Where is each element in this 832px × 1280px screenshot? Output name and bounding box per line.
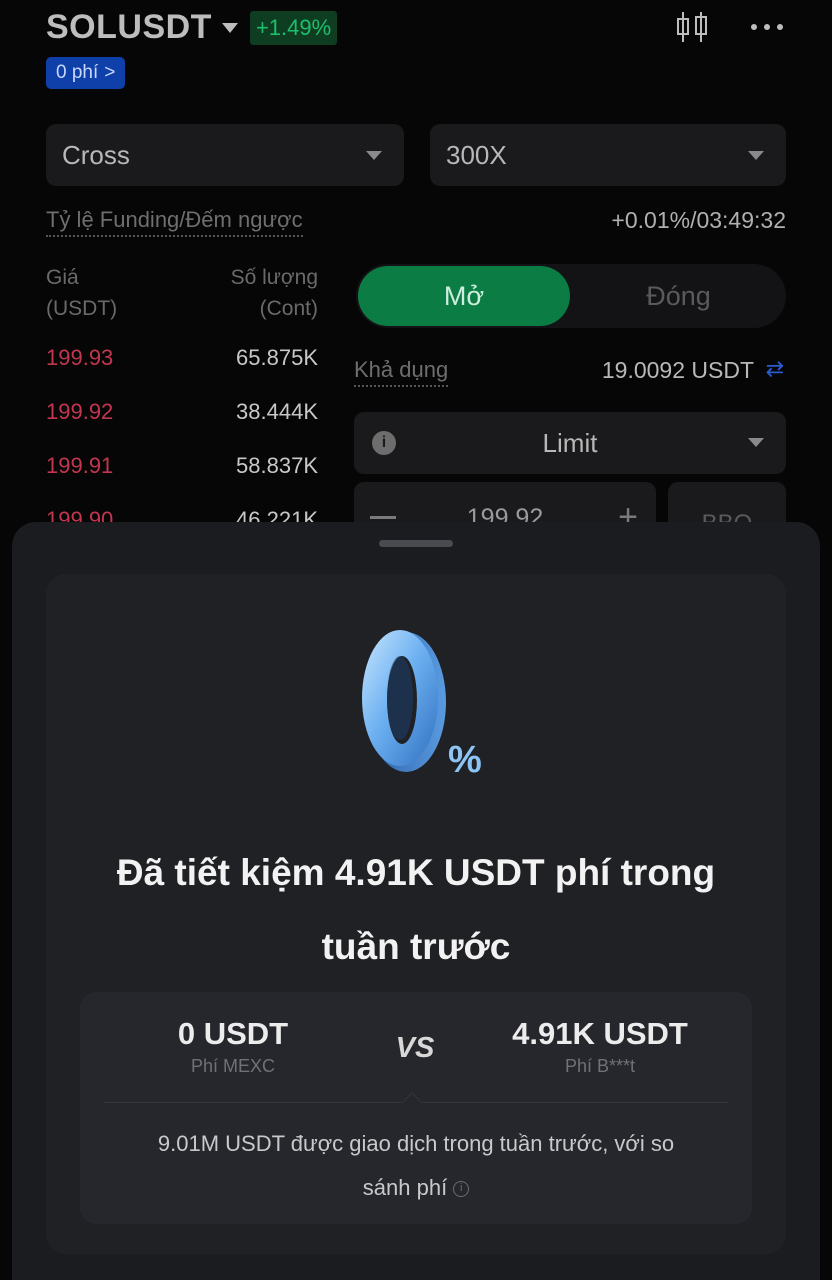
savings-headline: Đã tiết kiệm 4.91K USDT phí trong tuần t…: [66, 836, 766, 984]
chevron-down-icon: [748, 438, 764, 447]
price-change-badge: +1.49%: [249, 10, 338, 45]
candlestick-chart-icon[interactable]: [674, 10, 710, 44]
orderbook-price-header: Giá (USDT): [46, 262, 117, 324]
mexc-fee-amount: 0 USDT: [177, 1016, 289, 1051]
funding-value: +0.01%/03:49:32: [611, 207, 786, 233]
top-actions: [674, 10, 784, 44]
orderbook-qty-header: Số lượng (Cont): [220, 262, 318, 324]
volume-note: 9.01M USDT được giao dịch trong tuần trư…: [110, 1122, 722, 1210]
market-header: SOLUSDT +1.49%: [46, 8, 338, 47]
headline-line-2: tuần trước: [321, 926, 511, 967]
sheet-drag-handle[interactable]: [379, 540, 453, 547]
mexc-fee-label: Phí MEXC: [190, 1056, 276, 1076]
divider-notch: [402, 1092, 422, 1112]
ask-qty: 38.444K: [236, 399, 318, 424]
savings-card: % Đã tiết kiệm 4.91K USDT phí trong tuần…: [46, 574, 786, 1254]
order-type-value: Limit: [542, 427, 598, 458]
note-line-2-text: sánh phí: [362, 1175, 448, 1200]
ask-price: 199.93: [46, 345, 114, 370]
available-value: 19.0092 USDT: [601, 357, 754, 383]
ask-qty: 65.875K: [236, 345, 318, 370]
chevron-right-icon: >: [104, 62, 116, 83]
chevron-down-icon: [748, 150, 764, 160]
info-icon[interactable]: i: [453, 1181, 470, 1198]
chevron-down-icon: [366, 150, 382, 160]
more-options-icon[interactable]: [750, 23, 784, 31]
note-line-1: 9.01M USDT được giao dịch trong tuần trư…: [157, 1131, 675, 1156]
open-close-toggle: Mở Đóng: [356, 264, 786, 328]
orderbook-ask-row[interactable]: 199.92 38.444K: [46, 385, 318, 439]
orderbook-ask-row[interactable]: 199.91 58.837K: [46, 439, 318, 493]
funding-label[interactable]: Tỷ lệ Funding/Đếm ngược: [46, 207, 303, 237]
chevron-down-icon[interactable]: [221, 22, 238, 33]
order-type-select[interactable]: i Limit: [354, 412, 786, 474]
competitor-fee-label: Phí B***t: [564, 1056, 636, 1076]
qty-header-unit: (Cont): [259, 297, 318, 320]
qty-header-label: Số lượng: [230, 266, 318, 289]
price-header-label: Giá: [46, 266, 79, 289]
zero-percent-graphic: %: [354, 624, 484, 789]
zero-fee-chip[interactable]: 0 phí >: [46, 57, 126, 89]
zero-percent-icon: %: [362, 630, 482, 781]
ask-qty: 58.837K: [236, 453, 318, 478]
note-line-2: sánh phí i: [110, 1166, 722, 1210]
vs-label: VS: [395, 1032, 435, 1064]
svg-text:%: %: [448, 739, 482, 781]
leverage-select[interactable]: 300X: [430, 124, 786, 186]
leverage-value: 300X: [446, 139, 507, 170]
price-header-unit: (USDT): [46, 297, 118, 320]
tab-close[interactable]: Đóng: [571, 264, 786, 328]
margin-mode-select[interactable]: Cross: [46, 124, 404, 186]
fee-savings-sheet: % Đã tiết kiệm 4.91K USDT phí trong tuần…: [12, 522, 820, 1280]
symbol-title[interactable]: SOLUSDT: [46, 8, 212, 47]
competitor-fee-amount: 4.91K USDT: [512, 1016, 688, 1051]
orderbook-ask-row[interactable]: 199.93 65.875K: [46, 331, 318, 385]
tab-open[interactable]: Mở: [358, 266, 570, 326]
headline-line-1: Đã tiết kiệm 4.91K USDT phí trong: [116, 852, 716, 893]
available-label[interactable]: Khả dụng: [354, 357, 449, 387]
fee-chip-label: 0 phí: [56, 62, 99, 83]
margin-mode-value: Cross: [62, 139, 130, 170]
fee-comparison-box: 0 USDT Phí MEXC VS 4.91K USDT Phí B***t …: [80, 992, 752, 1224]
ask-price: 199.92: [46, 399, 114, 424]
transfer-icon[interactable]: ⇄: [766, 356, 784, 382]
ask-price: 199.91: [46, 453, 114, 478]
